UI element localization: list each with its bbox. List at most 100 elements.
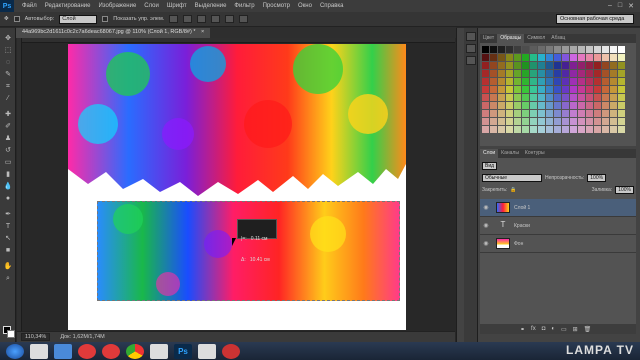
- color-swatch[interactable]: [578, 118, 585, 125]
- color-swatch[interactable]: [506, 78, 513, 85]
- color-swatch[interactable]: [530, 126, 537, 133]
- color-swatch[interactable]: [554, 62, 561, 69]
- align-bottom-icon[interactable]: [197, 15, 207, 23]
- color-swatch[interactable]: [482, 54, 489, 61]
- color-swatch[interactable]: [570, 102, 577, 109]
- color-swatch[interactable]: [594, 118, 601, 125]
- color-swatch[interactable]: [538, 118, 545, 125]
- quick-select-tool-icon[interactable]: ✎: [3, 70, 13, 79]
- recorder-icon[interactable]: [222, 343, 240, 359]
- color-swatch[interactable]: [594, 94, 601, 101]
- color-swatch[interactable]: [562, 118, 569, 125]
- color-swatch[interactable]: [618, 94, 625, 101]
- type-tool-icon[interactable]: T: [3, 222, 13, 231]
- menu-filter[interactable]: Фильтр: [230, 3, 258, 9]
- color-swatch[interactable]: [554, 118, 561, 125]
- crop-tool-icon[interactable]: ⌗: [3, 82, 13, 91]
- menu-edit[interactable]: Редактирование: [41, 3, 95, 9]
- color-swatch[interactable]: [578, 54, 585, 61]
- color-swatch[interactable]: [570, 54, 577, 61]
- color-swatch[interactable]: [530, 62, 537, 69]
- color-swatch[interactable]: [586, 102, 593, 109]
- color-swatch[interactable]: [522, 94, 529, 101]
- maximize-button[interactable]: □: [618, 2, 622, 10]
- color-swatch[interactable]: [586, 78, 593, 85]
- color-swatch[interactable]: [498, 102, 505, 109]
- color-swatch[interactable]: [586, 94, 593, 101]
- color-swatch[interactable]: [514, 70, 521, 77]
- color-swatch[interactable]: [530, 102, 537, 109]
- vertical-ruler[interactable]: [17, 38, 22, 331]
- color-swatch[interactable]: [506, 62, 513, 69]
- color-swatch[interactable]: [618, 102, 625, 109]
- color-swatch[interactable]: [554, 102, 561, 109]
- gradient-tool-icon[interactable]: ▮: [3, 170, 13, 179]
- color-swatch[interactable]: [506, 102, 513, 109]
- color-swatch[interactable]: [562, 78, 569, 85]
- color-swatch[interactable]: [514, 46, 521, 53]
- brush-tool-icon[interactable]: ✐: [3, 122, 13, 131]
- blend-mode-dropdown[interactable]: Обычные: [482, 173, 542, 182]
- color-swatch[interactable]: [586, 86, 593, 93]
- color-swatch[interactable]: [554, 126, 561, 133]
- stamp-tool-icon[interactable]: ♟: [3, 134, 13, 143]
- color-swatch[interactable]: [618, 118, 625, 125]
- menu-view[interactable]: Просмотр: [259, 3, 294, 9]
- color-swatch[interactable]: [482, 110, 489, 117]
- color-swatch[interactable]: [498, 54, 505, 61]
- color-swatch[interactable]: [602, 70, 609, 77]
- color-swatch[interactable]: [570, 94, 577, 101]
- color-swatch[interactable]: [610, 126, 617, 133]
- color-swatch[interactable]: [610, 94, 617, 101]
- align-left-icon[interactable]: [211, 15, 221, 23]
- color-swatch[interactable]: [538, 54, 545, 61]
- layer-name[interactable]: Слой 1: [514, 205, 530, 211]
- minimize-button[interactable]: –: [608, 2, 612, 10]
- color-swatch[interactable]: [506, 110, 513, 117]
- color-swatch[interactable]: [594, 78, 601, 85]
- color-swatch[interactable]: [610, 70, 617, 77]
- color-swatch[interactable]: [498, 126, 505, 133]
- color-swatch[interactable]: [538, 70, 545, 77]
- color-swatch[interactable]: [602, 86, 609, 93]
- color-swatch[interactable]: [482, 86, 489, 93]
- color-swatch[interactable]: [482, 46, 489, 53]
- color-swatch[interactable]: [530, 70, 537, 77]
- color-swatch[interactable]: [586, 110, 593, 117]
- color-swatch[interactable]: [506, 46, 513, 53]
- color-swatch[interactable]: [610, 110, 617, 117]
- color-swatch[interactable]: [482, 126, 489, 133]
- color-swatch[interactable]: [594, 54, 601, 61]
- color-swatch[interactable]: [570, 62, 577, 69]
- color-swatch[interactable]: [522, 86, 529, 93]
- color-swatch[interactable]: [490, 94, 497, 101]
- color-swatch[interactable]: [586, 118, 593, 125]
- color-swatch[interactable]: [594, 126, 601, 133]
- color-swatch[interactable]: [570, 70, 577, 77]
- layer-row-layer1[interactable]: ◉ Слой 1: [480, 199, 636, 217]
- color-swatch[interactable]: [506, 86, 513, 93]
- tab-paths[interactable]: Контуры: [522, 149, 548, 158]
- color-swatch[interactable]: [578, 86, 585, 93]
- menu-layers[interactable]: Слои: [140, 3, 163, 9]
- color-swatch[interactable]: [562, 70, 569, 77]
- color-swatch[interactable]: [546, 62, 553, 69]
- tab-layers[interactable]: Слои: [480, 149, 499, 158]
- color-swatch[interactable]: [586, 46, 593, 53]
- color-swatch[interactable]: [602, 62, 609, 69]
- color-swatch[interactable]: [594, 46, 601, 53]
- color-swatch[interactable]: [578, 62, 585, 69]
- path-select-icon[interactable]: ↖: [3, 234, 13, 243]
- menu-help[interactable]: Справка: [316, 3, 348, 9]
- color-swatch[interactable]: [538, 110, 545, 117]
- color-swatch[interactable]: [490, 70, 497, 77]
- opera-alt-icon[interactable]: [102, 343, 120, 359]
- color-swatch[interactable]: [498, 70, 505, 77]
- color-swatch[interactable]: [490, 118, 497, 125]
- menu-type[interactable]: Шрифт: [163, 3, 191, 9]
- history-brush-icon[interactable]: ↺: [3, 146, 13, 155]
- window-icon[interactable]: [198, 343, 216, 359]
- chrome-icon[interactable]: [126, 343, 144, 359]
- color-swatch[interactable]: [538, 126, 545, 133]
- color-swatch[interactable]: [562, 126, 569, 133]
